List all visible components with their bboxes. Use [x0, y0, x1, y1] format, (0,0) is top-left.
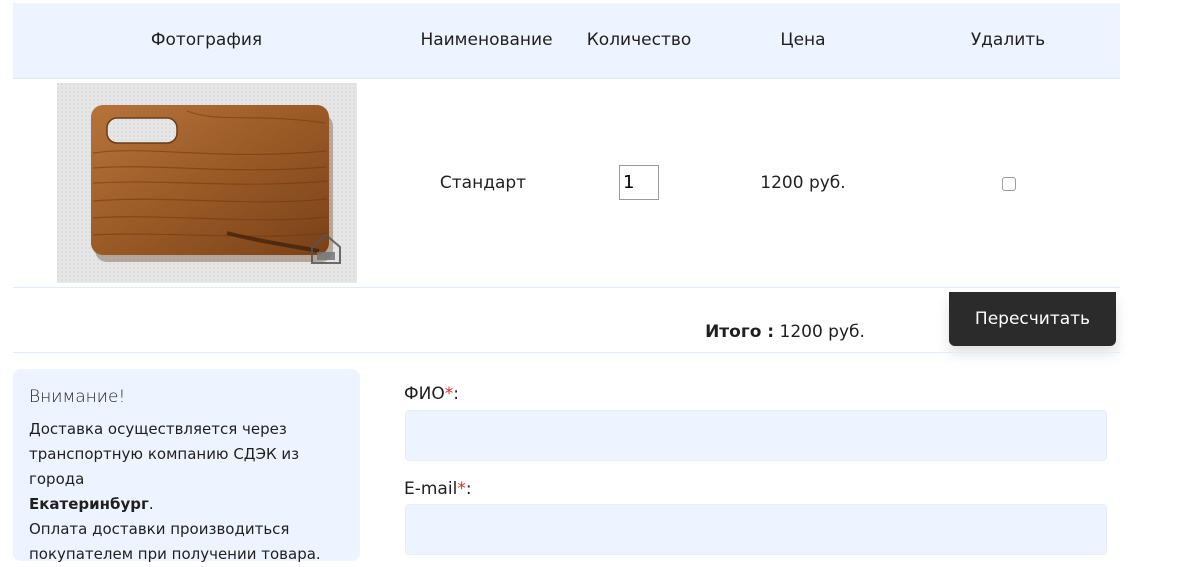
label-colon: : — [465, 479, 472, 499]
notice-line-5: покупателем при получении товара. — [29, 545, 321, 563]
notice-title: Внимание! — [29, 387, 126, 407]
required-mark: * — [444, 384, 454, 404]
header-quantity: Количество — [586, 30, 692, 50]
notice-city: Екатеринбург — [29, 495, 149, 513]
fio-input[interactable] — [405, 410, 1107, 461]
email-input[interactable] — [405, 504, 1107, 555]
cart-table-header: Фотография Наименование Количество Цена … — [13, 3, 1120, 79]
notice-line-4: Оплата доставки производиться — [29, 520, 290, 538]
notice-line-3: Екатеринбург. — [29, 492, 344, 517]
label-colon: : — [453, 384, 459, 404]
summary-separator — [13, 352, 1120, 353]
header-name: Наименование — [420, 30, 553, 50]
notice-city-suffix: . — [148, 495, 154, 513]
product-photo — [57, 83, 357, 283]
email-label-text: E-mail — [404, 479, 458, 499]
product-name: Стандарт — [439, 173, 527, 193]
email-label: E-mail*: — [404, 479, 472, 499]
row-separator — [13, 287, 1120, 288]
header-price: Цена — [780, 30, 826, 50]
delivery-notice: Внимание! Доставка осуществляется через … — [13, 369, 360, 563]
required-mark: * — [457, 479, 466, 499]
notice-line-2: транспортную компанию СДЭК из города — [29, 445, 300, 488]
fio-label: ФИО*: — [404, 384, 459, 404]
header-delete: Удалить — [970, 30, 1046, 50]
total-value: 1200 руб. — [779, 322, 865, 342]
product-price: 1200 руб. — [760, 173, 846, 193]
notice-line-1: Доставка осуществляется через — [29, 420, 287, 438]
fio-label-text: ФИО — [404, 384, 445, 404]
order-total: Итого : 1200 руб. — [690, 322, 880, 342]
total-label: Итого : — [705, 322, 775, 342]
header-photo: Фотография — [150, 30, 263, 50]
recalculate-button[interactable]: Пересчитать — [949, 292, 1116, 346]
quantity-input[interactable] — [619, 165, 659, 200]
delete-checkbox[interactable] — [1002, 177, 1016, 191]
